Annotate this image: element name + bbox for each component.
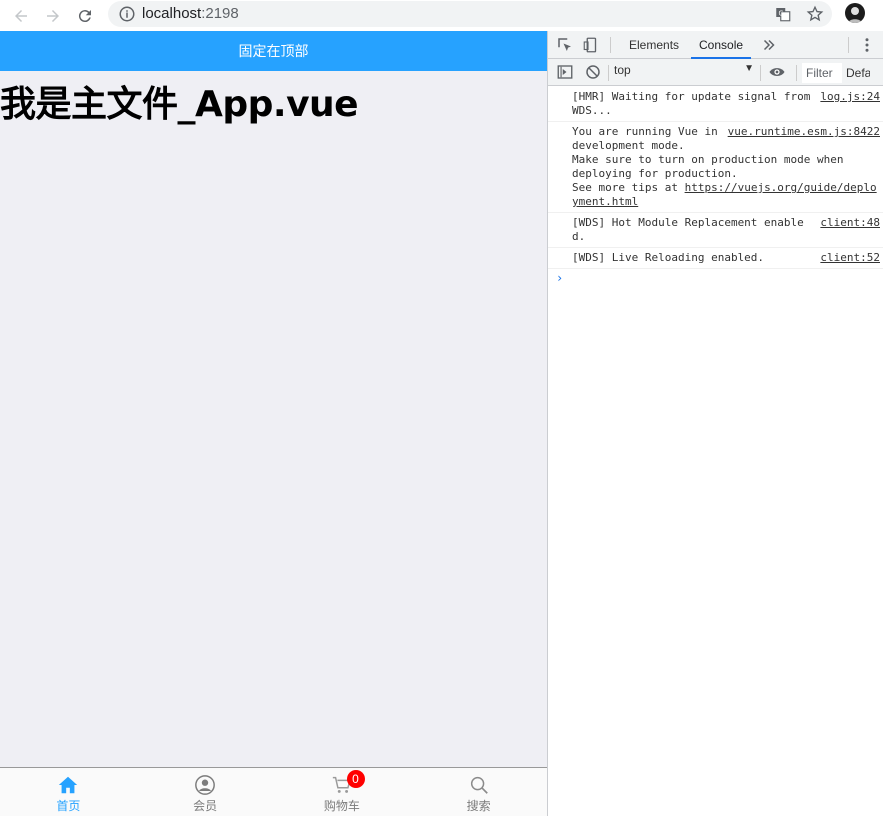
url-text[interactable]: localhost:2198 (142, 5, 239, 22)
message-text: See more tips at (572, 181, 685, 194)
url-host: localhost (142, 5, 202, 22)
cart-badge: 0 (346, 770, 365, 788)
tab-elements[interactable]: Elements (621, 31, 687, 59)
console-message: vue.runtime.esm.js:8422 You are running … (548, 122, 883, 213)
message-line: development mode. (572, 139, 685, 152)
kebab-menu-icon[interactable] (858, 36, 876, 54)
url-port: :2198 (201, 5, 239, 22)
tab-member[interactable]: 会员 (137, 768, 274, 816)
console-message: client:52 [WDS] Live Reloading enabled. (548, 248, 883, 269)
devtools-tabstrip: Elements Console (548, 31, 883, 59)
tab-home[interactable]: 首页 (0, 768, 137, 816)
message-source-link[interactable]: client:48 (820, 216, 880, 230)
page-heading: 我是主文件_App.vue (0, 84, 359, 125)
fixed-header: 固定在顶部 (0, 31, 547, 71)
app-viewport: 固定在顶部 我是主文件_App.vue 首页 会员 0 购物车 搜索 (0, 31, 547, 816)
devtools-panel: Elements Console top ▼ Filter Default le… (547, 31, 883, 816)
profile-avatar[interactable] (845, 3, 865, 23)
live-expression-eye-icon[interactable] (768, 63, 786, 81)
svg-text:G: G (779, 10, 784, 18)
context-value: top (614, 63, 631, 77)
tab-home-label: 首页 (56, 799, 81, 813)
arrow-left-icon (15, 10, 27, 22)
toolbar-divider (608, 65, 609, 81)
message-line: See more tips at https://vuejs.org/guide… (572, 181, 880, 209)
console-filter-input[interactable]: Filter (802, 63, 842, 83)
log-levels-dropdown[interactable]: Default levels (846, 66, 870, 80)
forward-button[interactable] (40, 3, 66, 29)
toolbar-divider (760, 65, 761, 81)
arrow-right-icon (47, 10, 59, 22)
console-message: client:48 [WDS] Hot Module Replacement e… (548, 213, 883, 248)
tab-member-label: 会员 (193, 799, 218, 813)
console-toolbar: top ▼ Filter Default levels (548, 59, 883, 86)
device-toolbar-icon[interactable] (582, 36, 600, 54)
message-source-link[interactable]: log.js:24 (820, 90, 880, 104)
bottom-tabbar: 首页 会员 0 购物车 搜索 (0, 767, 547, 816)
toolbar-divider (848, 37, 849, 53)
inspect-element-icon[interactable] (556, 36, 574, 54)
tab-cart-label: 购物车 (323, 799, 360, 813)
console-prompt[interactable]: › (548, 269, 883, 287)
toolbar-divider (610, 37, 611, 53)
address-bar[interactable]: localhost:2198 G (108, 1, 832, 27)
translate-icon[interactable]: G (774, 5, 792, 23)
message-line: WDS... (572, 104, 612, 117)
message-line: Make sure to turn on production mode whe… (572, 153, 844, 166)
home-icon (59, 776, 78, 794)
message-line: deploying for production. (572, 167, 738, 180)
dropdown-arrow-icon: ▼ (744, 63, 754, 74)
search-icon (470, 776, 488, 794)
toolbar-divider (796, 65, 797, 81)
show-sidebar-icon[interactable] (556, 63, 574, 81)
back-button[interactable] (8, 3, 34, 29)
more-tabs-chevron-icon[interactable] (760, 36, 778, 54)
context-selector[interactable]: top ▼ (614, 63, 754, 82)
message-source-link[interactable]: client:52 (820, 251, 880, 265)
avatar-icon (848, 7, 862, 23)
user-icon (195, 775, 216, 795)
prompt-chevron-icon: › (556, 271, 564, 285)
clear-console-icon[interactable] (584, 63, 602, 81)
message-source-link[interactable]: vue.runtime.esm.js:8422 (728, 125, 880, 139)
reload-button[interactable] (72, 3, 98, 29)
tab-cart[interactable]: 0 购物车 (274, 768, 411, 816)
browser-toolbar: localhost:2198 G (0, 0, 883, 31)
console-messages: log.js:24 [HMR] Waiting for update signa… (548, 87, 883, 287)
bookmark-star-icon[interactable] (806, 5, 824, 23)
console-message: log.js:24 [HMR] Waiting for update signa… (548, 87, 883, 122)
tab-search-label: 搜索 (466, 799, 491, 813)
info-icon[interactable] (118, 5, 136, 23)
reload-icon (78, 10, 91, 23)
tab-search[interactable]: 搜索 (410, 768, 547, 816)
tab-console[interactable]: Console (691, 31, 752, 59)
header-title: 固定在顶部 (238, 43, 309, 59)
